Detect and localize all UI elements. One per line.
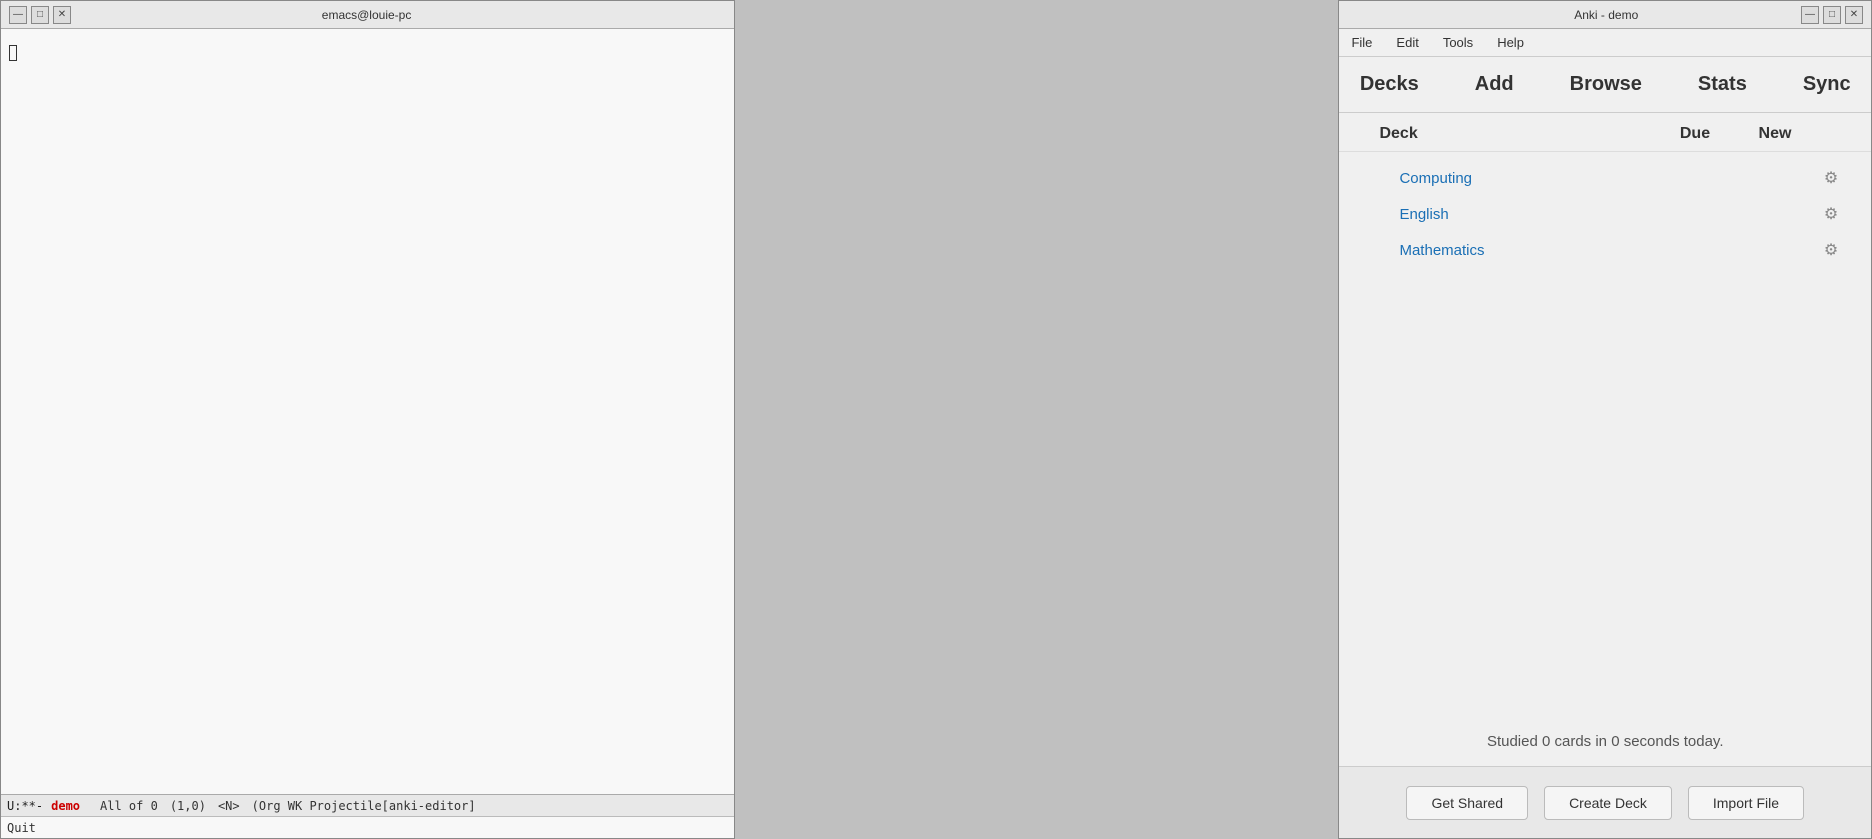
emacs-window: — □ ✕ emacs@louie-pc U:**- demo All of 0… <box>0 0 735 839</box>
col-deck: Deck <box>1379 125 1655 143</box>
anki-close-btn[interactable]: ✕ <box>1845 6 1863 24</box>
col-new: New <box>1735 125 1815 143</box>
anki-maximize-btn[interactable]: □ <box>1823 6 1841 24</box>
studied-text: Studied 0 cards in 0 seconds today. <box>1339 701 1871 766</box>
emacs-statusbar: U:**- demo All of 0 (1,0) <N> (Org WK Pr… <box>1 794 734 816</box>
emacs-minimize-btn[interactable]: — <box>9 6 27 24</box>
anki-titlebar: Anki - demo — □ ✕ <box>1339 1 1871 29</box>
emacs-minibuffer-text: Quit <box>7 821 36 835</box>
menu-edit[interactable]: Edit <box>1392 33 1422 52</box>
deck-name-english[interactable]: English <box>1399 206 1655 223</box>
anki-window: Anki - demo — □ ✕ File Edit Tools Help D… <box>1338 0 1872 839</box>
emacs-title: emacs@louie-pc <box>71 8 662 22</box>
deck-name-computing[interactable]: Computing <box>1399 170 1655 187</box>
menu-file[interactable]: File <box>1347 33 1376 52</box>
menu-tools[interactable]: Tools <box>1439 33 1477 52</box>
deck-row-computing[interactable]: Computing ⚙ <box>1339 160 1871 196</box>
desktop-gap <box>735 0 1007 839</box>
emacs-minibuffer: Quit <box>1 816 734 838</box>
emacs-titlebar: — □ ✕ emacs@louie-pc <box>1 1 734 29</box>
toolbar-stats[interactable]: Stats <box>1682 69 1763 100</box>
toolbar-browse[interactable]: Browse <box>1554 69 1658 100</box>
emacs-status-buffer: demo <box>51 799 80 813</box>
emacs-content <box>1 29 734 794</box>
emacs-window-controls[interactable]: — □ ✕ <box>9 6 71 24</box>
menu-help[interactable]: Help <box>1493 33 1528 52</box>
emacs-status-line-col: (1,0) <box>170 799 206 813</box>
anki-window-controls[interactable]: — □ ✕ <box>1801 6 1863 24</box>
emacs-status-position: All of 0 <box>100 799 158 813</box>
emacs-status-major-mode: (Org WK Projectile[anki-editor] <box>252 799 476 813</box>
emacs-close-btn[interactable]: ✕ <box>53 6 71 24</box>
deck-list: Computing ⚙ English ⚙ Mathematics ⚙ <box>1339 152 1871 701</box>
col-due: Due <box>1655 125 1735 143</box>
toolbar-add[interactable]: Add <box>1459 69 1530 100</box>
emacs-maximize-btn[interactable]: □ <box>31 6 49 24</box>
emacs-cursor <box>9 45 17 61</box>
toolbar-sync[interactable]: Sync <box>1787 69 1867 100</box>
deck-gear-english[interactable]: ⚙ <box>1815 204 1847 224</box>
get-shared-button[interactable]: Get Shared <box>1406 786 1528 820</box>
anki-menubar: File Edit Tools Help <box>1339 29 1871 57</box>
deck-list-header: Deck Due New <box>1339 113 1871 152</box>
deck-row-english[interactable]: English ⚙ <box>1339 196 1871 232</box>
anki-main: Deck Due New Computing ⚙ English ⚙ Mathe… <box>1339 113 1871 766</box>
deck-gear-computing[interactable]: ⚙ <box>1815 168 1847 188</box>
emacs-status-mode-name: <N> <box>218 799 240 813</box>
emacs-status-mode: U:**- <box>7 799 43 813</box>
deck-name-mathematics[interactable]: Mathematics <box>1399 242 1655 259</box>
create-deck-button[interactable]: Create Deck <box>1544 786 1672 820</box>
anki-toolbar: Decks Add Browse Stats Sync <box>1339 57 1871 113</box>
deck-row-mathematics[interactable]: Mathematics ⚙ <box>1339 232 1871 268</box>
toolbar-decks[interactable]: Decks <box>1344 69 1435 100</box>
deck-gear-mathematics[interactable]: ⚙ <box>1815 240 1847 260</box>
anki-title: Anki - demo <box>1411 8 1801 22</box>
anki-minimize-btn[interactable]: — <box>1801 6 1819 24</box>
import-file-button[interactable]: Import File <box>1688 786 1804 820</box>
anki-footer: Get Shared Create Deck Import File <box>1339 766 1871 838</box>
